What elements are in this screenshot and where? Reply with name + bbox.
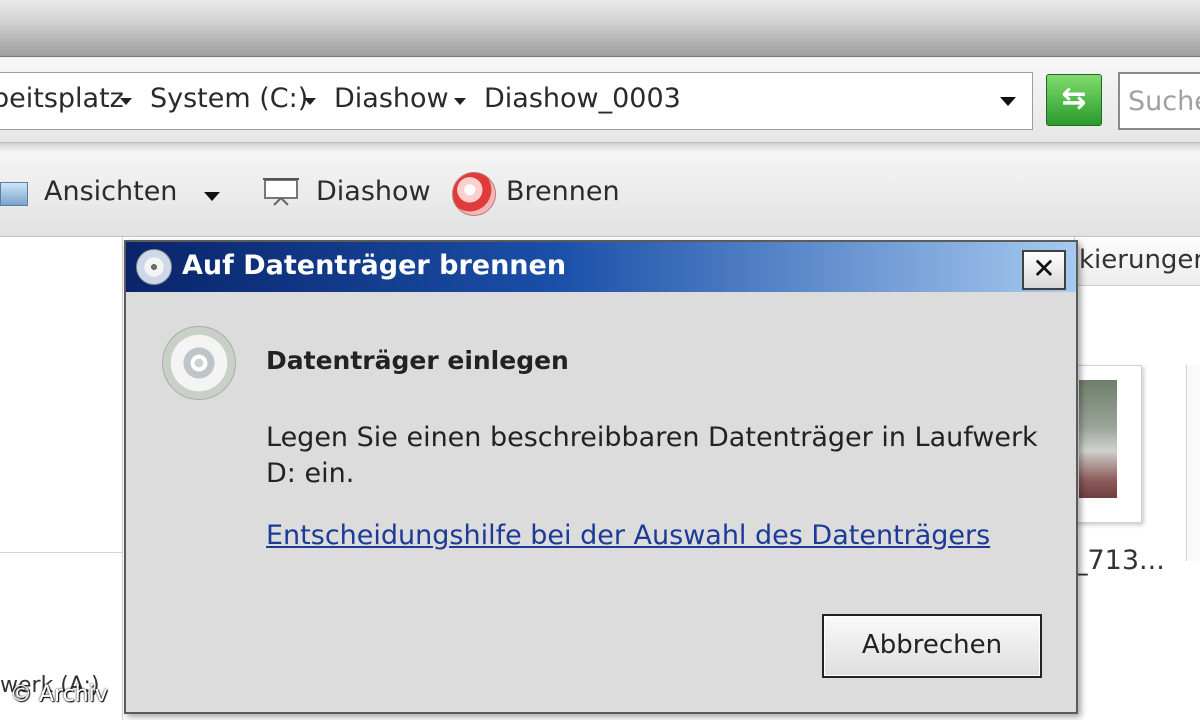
breadcrumb-diashow[interactable]: Diashow [334, 83, 449, 114]
help-link[interactable]: Entscheidungshilfe bei der Auswahl des D… [266, 520, 990, 551]
close-icon: ✕ [1032, 252, 1056, 285]
command-toolbar: Ansichten Diashow Brennen [0, 152, 1200, 237]
disc-icon [162, 326, 236, 400]
breadcrumb-diashow-0003[interactable]: Diashow_0003 [484, 83, 681, 114]
file-thumbnail[interactable] [1074, 365, 1142, 523]
address-field[interactable]: beitsplatz System (C:) Diashow Diashow_0… [0, 72, 1033, 130]
dialog-title: Auf Datenträger brennen [182, 250, 567, 281]
breadcrumb-system-c[interactable]: System (C:) [150, 83, 308, 114]
views-dropdown-icon[interactable] [204, 192, 220, 201]
breadcrumb-arrow-icon[interactable] [304, 98, 316, 105]
thumbnail-image [1079, 380, 1117, 498]
breadcrumb-arrow-icon[interactable] [120, 98, 132, 105]
search-input[interactable]: Suche [1118, 72, 1200, 130]
breadcrumb-arrow-icon[interactable] [454, 98, 466, 105]
dialog-message: Legen Sie einen beschreibbaren Datenträg… [266, 422, 1038, 489]
dialog-heading: Datenträger einlegen [266, 346, 569, 375]
window-top-strip [0, 0, 1200, 57]
pane-divider [0, 552, 122, 553]
slideshow-button[interactable]: Diashow [316, 176, 431, 207]
burn-dialog: Auf Datenträger brennen ✕ Datenträger ei… [124, 240, 1078, 714]
views-icon[interactable] [0, 182, 28, 206]
refresh-icon: ⇆ [1061, 81, 1087, 116]
navigation-pane: werk (A:) [0, 237, 123, 720]
breadcrumb-computer[interactable]: beitsplatz [0, 83, 124, 114]
dialog-titlebar[interactable]: Auf Datenträger brennen ✕ [126, 242, 1076, 292]
column-header-tags[interactable]: kierungen [1074, 237, 1200, 286]
slideshow-icon[interactable] [262, 176, 300, 206]
address-history-dropdown-icon[interactable] [1000, 97, 1016, 106]
cancel-button[interactable]: Abbrechen [822, 614, 1042, 678]
close-button[interactable]: ✕ [1022, 250, 1066, 290]
burn-button[interactable]: Brennen [506, 176, 620, 207]
file-thumbnail-partial[interactable] [1186, 365, 1200, 561]
address-bar: beitsplatz System (C:) Diashow Diashow_0… [0, 58, 1200, 142]
disc-icon [136, 249, 172, 285]
file-name-label[interactable]: _713... [1074, 545, 1165, 576]
copyright-watermark: © Archiv [10, 682, 108, 707]
refresh-button[interactable]: ⇆ [1046, 74, 1102, 126]
burn-icon[interactable] [452, 172, 496, 216]
views-button[interactable]: Ansichten [44, 176, 177, 207]
search-placeholder: Suche [1128, 86, 1200, 117]
column-header-label: kierungen [1079, 245, 1200, 275]
